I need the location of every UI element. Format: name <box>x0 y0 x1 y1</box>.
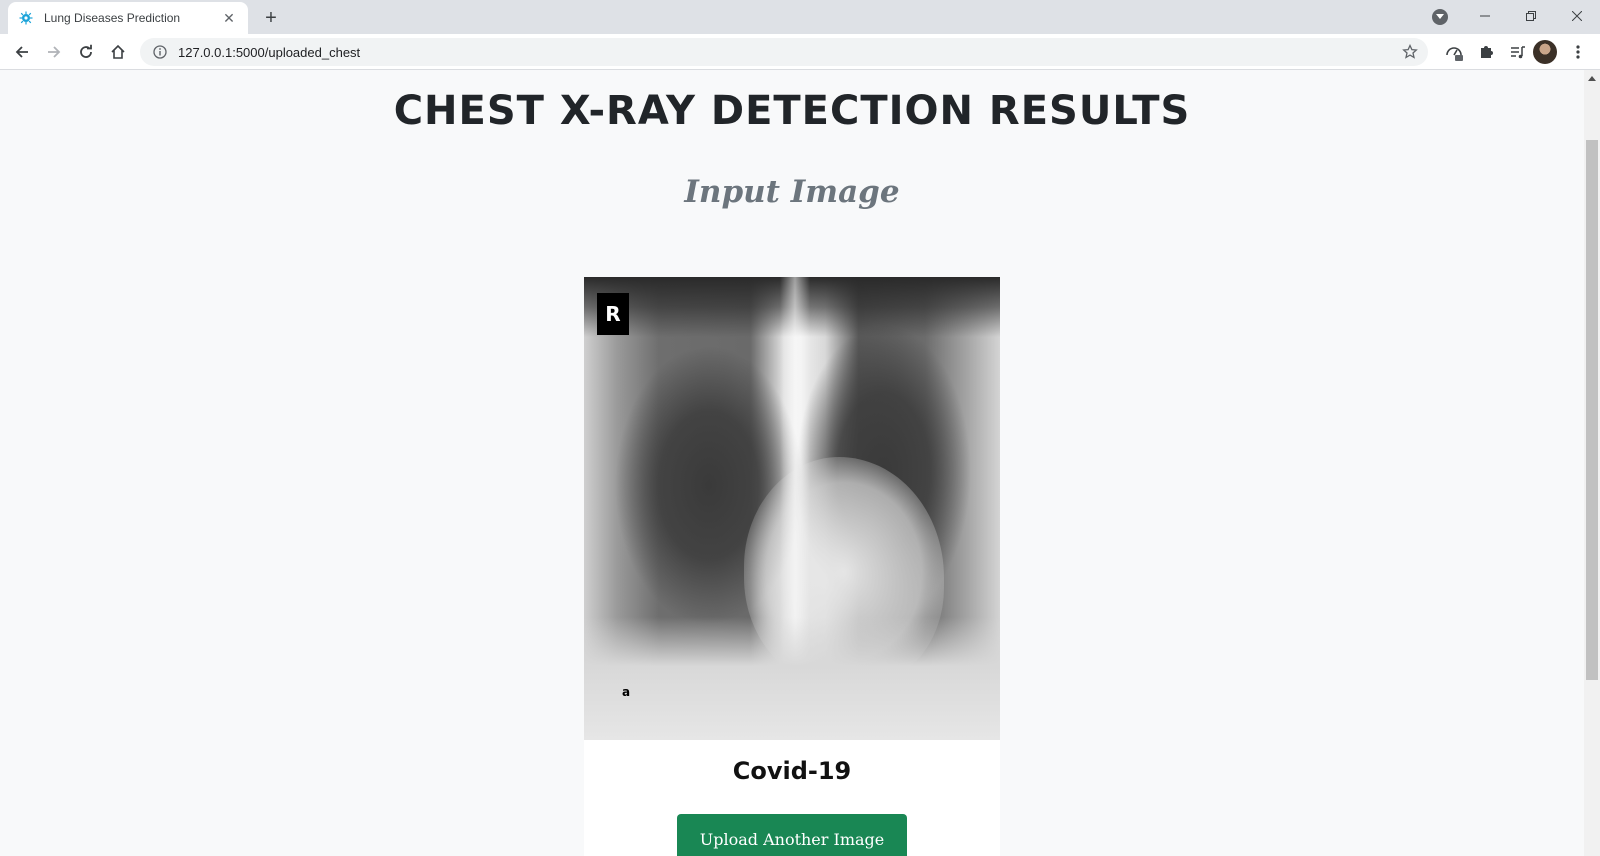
virus-icon <box>18 10 34 26</box>
page-scrollbar[interactable] <box>1584 70 1600 856</box>
prediction-result: Covid-19 <box>732 757 852 785</box>
result-card: R a Covid-19 Upload Another Image <box>584 277 1000 856</box>
tab-close-icon[interactable]: ✕ <box>220 9 238 27</box>
browser-toolbar: 127.0.0.1:5000/uploaded_chest <box>0 34 1600 70</box>
forward-arrow-icon[interactable] <box>40 38 68 66</box>
back-arrow-icon[interactable] <box>8 38 36 66</box>
address-bar[interactable]: 127.0.0.1:5000/uploaded_chest <box>140 38 1428 66</box>
page-viewport: CHEST X-RAY DETECTION RESULTS Input Imag… <box>0 70 1584 856</box>
xray-side-marker: R <box>597 293 629 335</box>
browser-tab[interactable]: Lung Diseases Prediction ✕ <box>8 2 248 34</box>
chest-xray-image: R a <box>584 277 1000 740</box>
scrollbar-thumb[interactable] <box>1586 140 1598 680</box>
input-image-heading: Input Image <box>684 174 900 210</box>
home-icon[interactable] <box>104 38 132 66</box>
media-queue-icon[interactable] <box>1504 38 1532 66</box>
profile-avatar[interactable] <box>1533 40 1557 64</box>
page-title: CHEST X-RAY DETECTION RESULTS <box>393 88 1191 134</box>
menu-kebab-icon[interactable] <box>1564 38 1592 66</box>
new-tab-button[interactable]: + <box>259 6 283 30</box>
xray-panel-letter: a <box>622 685 631 699</box>
upload-another-image-button[interactable]: Upload Another Image <box>677 814 907 856</box>
bookmark-star-icon[interactable] <box>1402 44 1418 60</box>
extensions-puzzle-icon[interactable] <box>1472 38 1500 66</box>
performance-extension-icon[interactable] <box>1440 38 1468 66</box>
minimize-icon[interactable] <box>1462 0 1508 32</box>
close-window-icon[interactable] <box>1554 0 1600 32</box>
tab-search-icon[interactable] <box>1432 9 1448 25</box>
reload-icon[interactable] <box>72 38 100 66</box>
restore-icon[interactable] <box>1508 0 1554 32</box>
browser-tabstrip: Lung Diseases Prediction ✕ + <box>0 0 1600 34</box>
site-info-icon[interactable] <box>152 44 168 60</box>
url-text: 127.0.0.1:5000/uploaded_chest <box>178 44 361 60</box>
scroll-up-arrow-icon[interactable] <box>1584 70 1600 86</box>
tab-title: Lung Diseases Prediction <box>44 11 181 25</box>
